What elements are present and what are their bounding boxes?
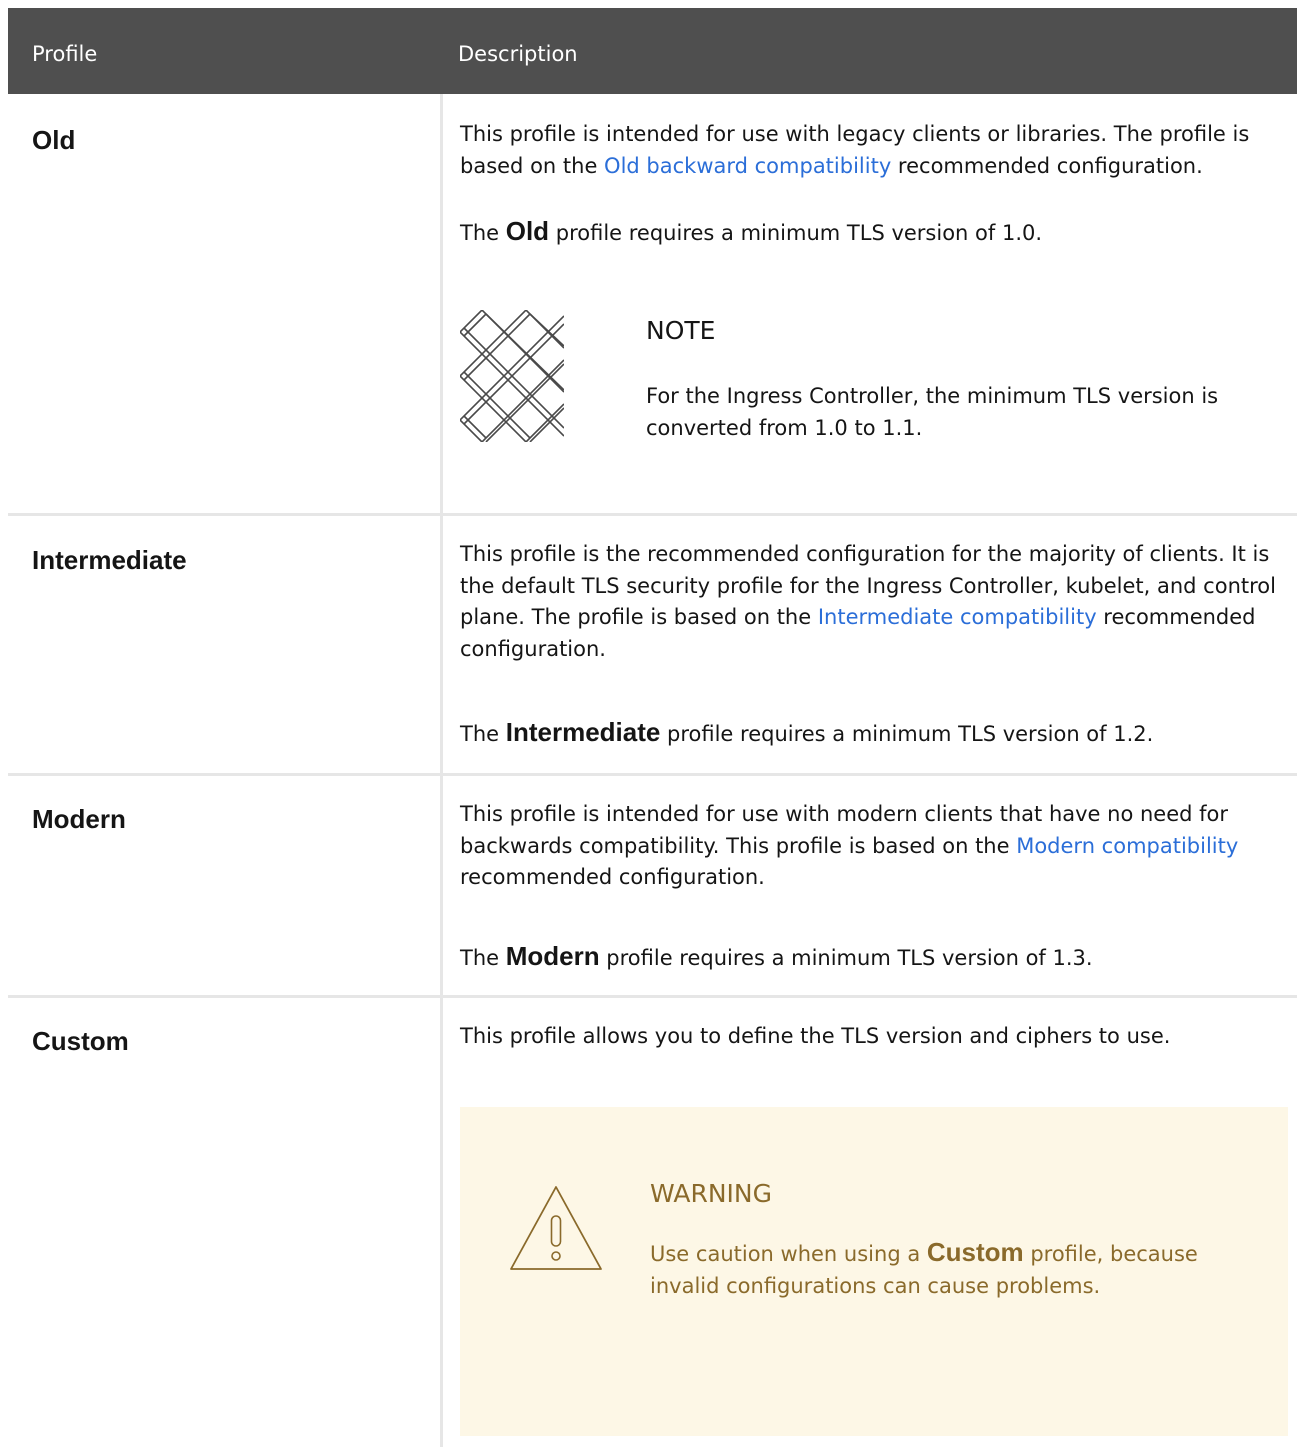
modern-description: This profile is intended for use with mo… — [460, 802, 1239, 889]
custom-description: This profile allows you to define the TL… — [460, 1024, 1171, 1048]
row-divider — [8, 995, 1297, 998]
warning-title: WARNING — [650, 1179, 772, 1208]
row-divider — [8, 773, 1297, 776]
column-divider — [440, 94, 443, 1447]
profile-name-modern: Modern — [32, 804, 126, 834]
profile-name-intermediate: Intermediate — [32, 545, 187, 575]
column-header-description: Description — [458, 42, 578, 66]
column-header-profile: Profile — [32, 42, 98, 66]
note-text: For the Ingress Controller, the minimum … — [646, 384, 1219, 440]
warning-text: Use caution when using a Custom profile,… — [650, 1237, 1198, 1298]
row-divider — [8, 513, 1297, 516]
intermediate-description: This profile is the recommended configur… — [460, 542, 1276, 661]
modern-min-tls: The Modern profile requires a minimum TL… — [460, 941, 1093, 971]
warning-triangle-icon — [510, 1186, 602, 1270]
profile-name-old: Old — [32, 125, 76, 155]
profile-name-custom: Custom — [32, 1026, 129, 1056]
note-icon — [460, 310, 564, 442]
old-description: This profile is intended for use with le… — [460, 122, 1250, 178]
warning-admonition: WARNING Use caution when using a Custom … — [460, 1107, 1288, 1436]
tls-profiles-table: Profile Description Old This profile is … — [8, 8, 1297, 1447]
old-min-tls: The Old profile requires a minimum TLS v… — [460, 216, 1043, 246]
table-header: Profile Description — [8, 8, 1297, 94]
note-title: NOTE — [646, 316, 716, 345]
intermediate-compatibility-link[interactable]: Intermediate compatibility — [818, 605, 1097, 629]
intermediate-min-tls: The Intermediate profile requires a mini… — [460, 717, 1154, 747]
old-backward-compatibility-link[interactable]: Old backward compatibility — [604, 154, 891, 178]
modern-compatibility-link[interactable]: Modern compatibility — [1016, 834, 1238, 858]
